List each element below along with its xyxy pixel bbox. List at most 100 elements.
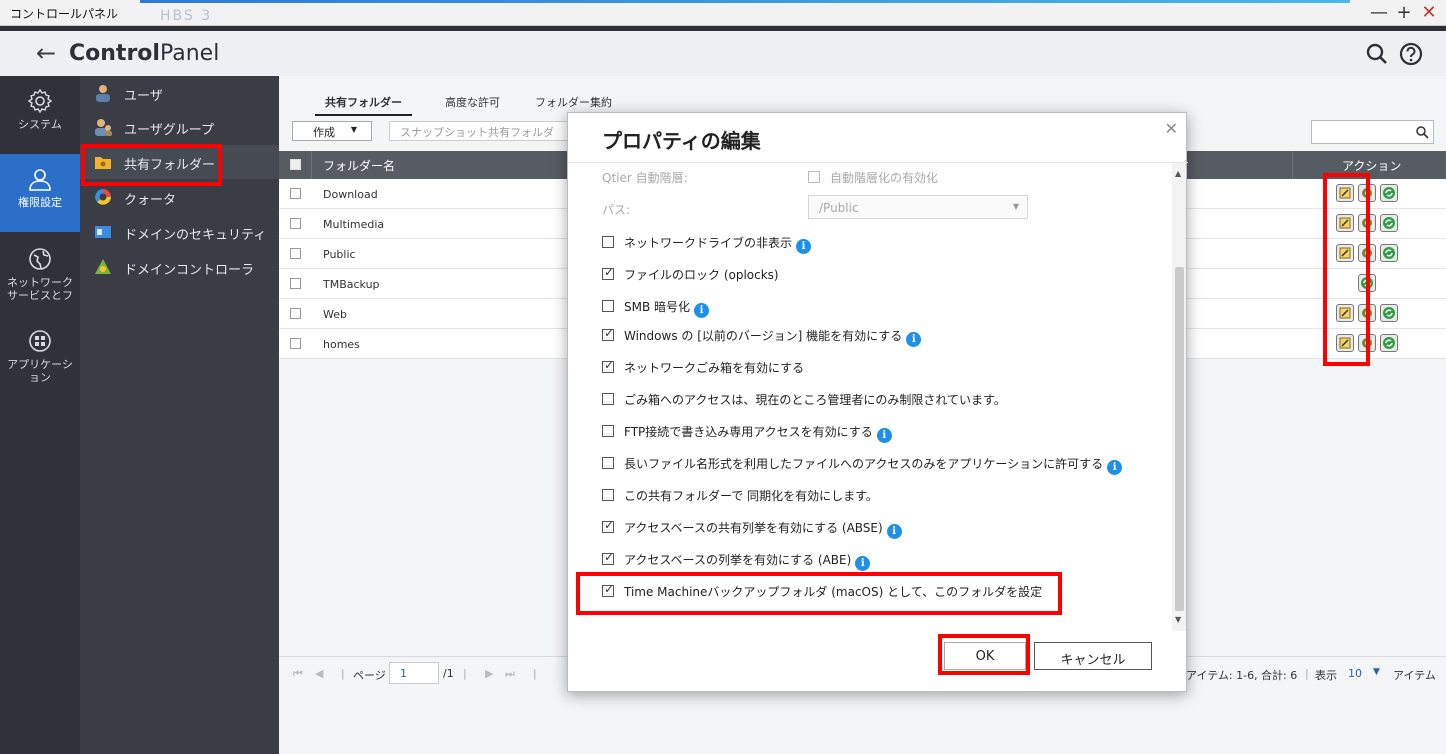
submenu-item-domain-controller[interactable]: ドメインコントローラ [80, 250, 279, 284]
checkbox[interactable] [602, 300, 614, 312]
option-text: FTP接続で書き込み専用アクセスを有効にする [624, 425, 873, 439]
path-label: パス: [602, 203, 631, 217]
dialog-scrollbar[interactable]: ▲ ▼ [1172, 163, 1186, 631]
row-checkbox[interactable] [290, 248, 301, 259]
first-page-button[interactable]: ⏮ [293, 667, 303, 681]
quota-icon [95, 189, 111, 205]
submenu-item-user[interactable]: ユーザ [80, 76, 279, 110]
info-icon[interactable]: i [906, 332, 922, 347]
create-button-label: 作成 [313, 126, 335, 139]
submenu-item-user-group[interactable]: ユーザグループ [80, 110, 279, 144]
checkmark-icon: ✓ [604, 518, 615, 532]
pager-divider: | [533, 667, 537, 680]
next-page-button[interactable]: ▶ [485, 667, 493, 680]
checkbox-checked[interactable]: ✓ [602, 326, 614, 341]
scroll-down-icon[interactable]: ▼ [1175, 615, 1181, 624]
checkbox[interactable] [602, 393, 614, 405]
row-checkbox[interactable] [290, 308, 301, 319]
submenu-label: クォータ [124, 193, 177, 208]
checkmark-icon: ✓ [604, 358, 615, 372]
option-label: アクセスベースの共有列挙を有効にする (ABSE) i [624, 519, 902, 539]
info-icon[interactable]: i [694, 303, 710, 318]
checkbox-checked[interactable]: ✓ [602, 358, 615, 373]
row-checkbox[interactable] [290, 218, 301, 229]
option-text: Windows の [以前のバージョン] 機能を有効にする [624, 329, 903, 343]
checkmark-icon: ✓ [604, 265, 615, 279]
nav-item-permissions[interactable]: 権限設定 [0, 154, 80, 232]
select-all-checkbox[interactable] [290, 159, 301, 170]
scroll-thumb[interactable] [1175, 267, 1184, 611]
option-label: SMB 暗号化 i [624, 298, 710, 318]
search-input[interactable] [1311, 120, 1434, 144]
info-icon[interactable]: i [1107, 460, 1123, 475]
help-icon[interactable] [1398, 41, 1424, 67]
checkbox-checked[interactable]: ✓ [602, 518, 615, 533]
snapshot-shared-folder-button[interactable]: スナップショット共有フォルダ [389, 121, 589, 141]
pager-divider: | [1305, 667, 1309, 680]
user-icon [29, 169, 51, 191]
tab-shared-folder[interactable]: 共有フォルダー [315, 92, 412, 116]
checkbox-checked[interactable]: ✓ [602, 265, 615, 280]
nav-item-system[interactable]: システム [0, 76, 80, 154]
info-icon[interactable]: i [855, 556, 871, 571]
row-checkbox[interactable] [290, 278, 301, 289]
page-number-input[interactable]: 1 [389, 662, 439, 684]
minimize-button[interactable]: — [1368, 2, 1390, 24]
row-checkbox[interactable] [290, 188, 301, 199]
refresh-icon[interactable] [1380, 304, 1398, 322]
tab-advanced-permissions[interactable]: 高度な許可 [435, 92, 510, 114]
checkbox[interactable] [602, 425, 614, 437]
option-text: 長いファイル名形式を利用したファイルへのアクセスのみをアプリケーションに許可する [624, 457, 1104, 471]
maximize-button[interactable]: + [1393, 2, 1415, 24]
close-window-button[interactable]: ✕ [1418, 2, 1440, 24]
column-folder-name[interactable]: フォルダー名 [323, 157, 395, 174]
row-checkbox[interactable] [290, 338, 301, 349]
option-text: この共有フォルダーで 同期化を有効にします。 [624, 489, 878, 503]
submenu-label: ドメインコントローラ [124, 263, 255, 278]
globe-icon [29, 248, 51, 270]
user-group-icon [95, 119, 112, 136]
nav-item-network[interactable]: ネットワーク サービスとフ [0, 234, 80, 312]
cancel-button[interactable]: キャンセル [1034, 642, 1152, 670]
folder-name: Web [323, 308, 347, 321]
create-button[interactable]: 作成 ▼ [292, 121, 372, 141]
pager-divider: | [341, 667, 345, 680]
apps-icon [29, 330, 51, 352]
submenu-item-domain-security[interactable]: ドメインのセキュリティ [80, 215, 279, 249]
auto-tiering-checkbox[interactable] [808, 171, 820, 183]
folder-name: Download [323, 188, 378, 201]
last-page-button[interactable]: ⏭ [505, 667, 515, 681]
caret-down-icon: ▼ [350, 125, 357, 134]
refresh-icon[interactable] [1380, 334, 1398, 352]
nav-item-applications[interactable]: アプリケーション [0, 316, 80, 394]
window-title: コントロールパネル [10, 7, 119, 21]
path-value: /Public [819, 201, 859, 215]
info-icon[interactable]: i [876, 428, 892, 443]
checkbox[interactable] [602, 236, 614, 248]
folder-name: TMBackup [323, 278, 380, 291]
items-per-page-select[interactable]: 10 [1348, 667, 1362, 680]
submenu-label: ユーザグループ [124, 123, 214, 138]
checkbox[interactable] [602, 489, 614, 501]
info-icon[interactable]: i [886, 524, 902, 539]
path-select[interactable]: /Public ▼ [808, 195, 1028, 219]
checkbox-checked[interactable]: ✓ [602, 550, 614, 565]
prev-page-button[interactable]: ◀ [315, 667, 323, 680]
option-text: ファイルのロック (oplocks) [624, 268, 779, 282]
items-summary: アイテム: 1-6, 合計: 6 [1186, 669, 1298, 682]
refresh-icon[interactable] [1380, 214, 1398, 232]
refresh-icon[interactable] [1380, 184, 1398, 202]
refresh-icon[interactable] [1380, 244, 1398, 262]
scroll-up-icon[interactable]: ▲ [1175, 169, 1181, 178]
checkbox[interactable] [602, 457, 614, 469]
search-icon[interactable] [1364, 41, 1390, 67]
option-label: Windows の [以前のバージョン] 機能を有効にする i [624, 327, 922, 347]
info-icon[interactable]: i [796, 239, 812, 254]
back-arrow-icon[interactable]: ← [36, 39, 56, 67]
folder-name: Multimedia [323, 218, 385, 231]
caret-down-icon[interactable]: ▼ [1373, 667, 1380, 677]
show-label: 表示 [1315, 669, 1337, 682]
close-icon[interactable]: ✕ [1165, 119, 1178, 138]
tab-folder-aggregation[interactable]: フォルダー集約 [525, 92, 622, 114]
dialog-title: プロパティの編集 [602, 129, 761, 153]
